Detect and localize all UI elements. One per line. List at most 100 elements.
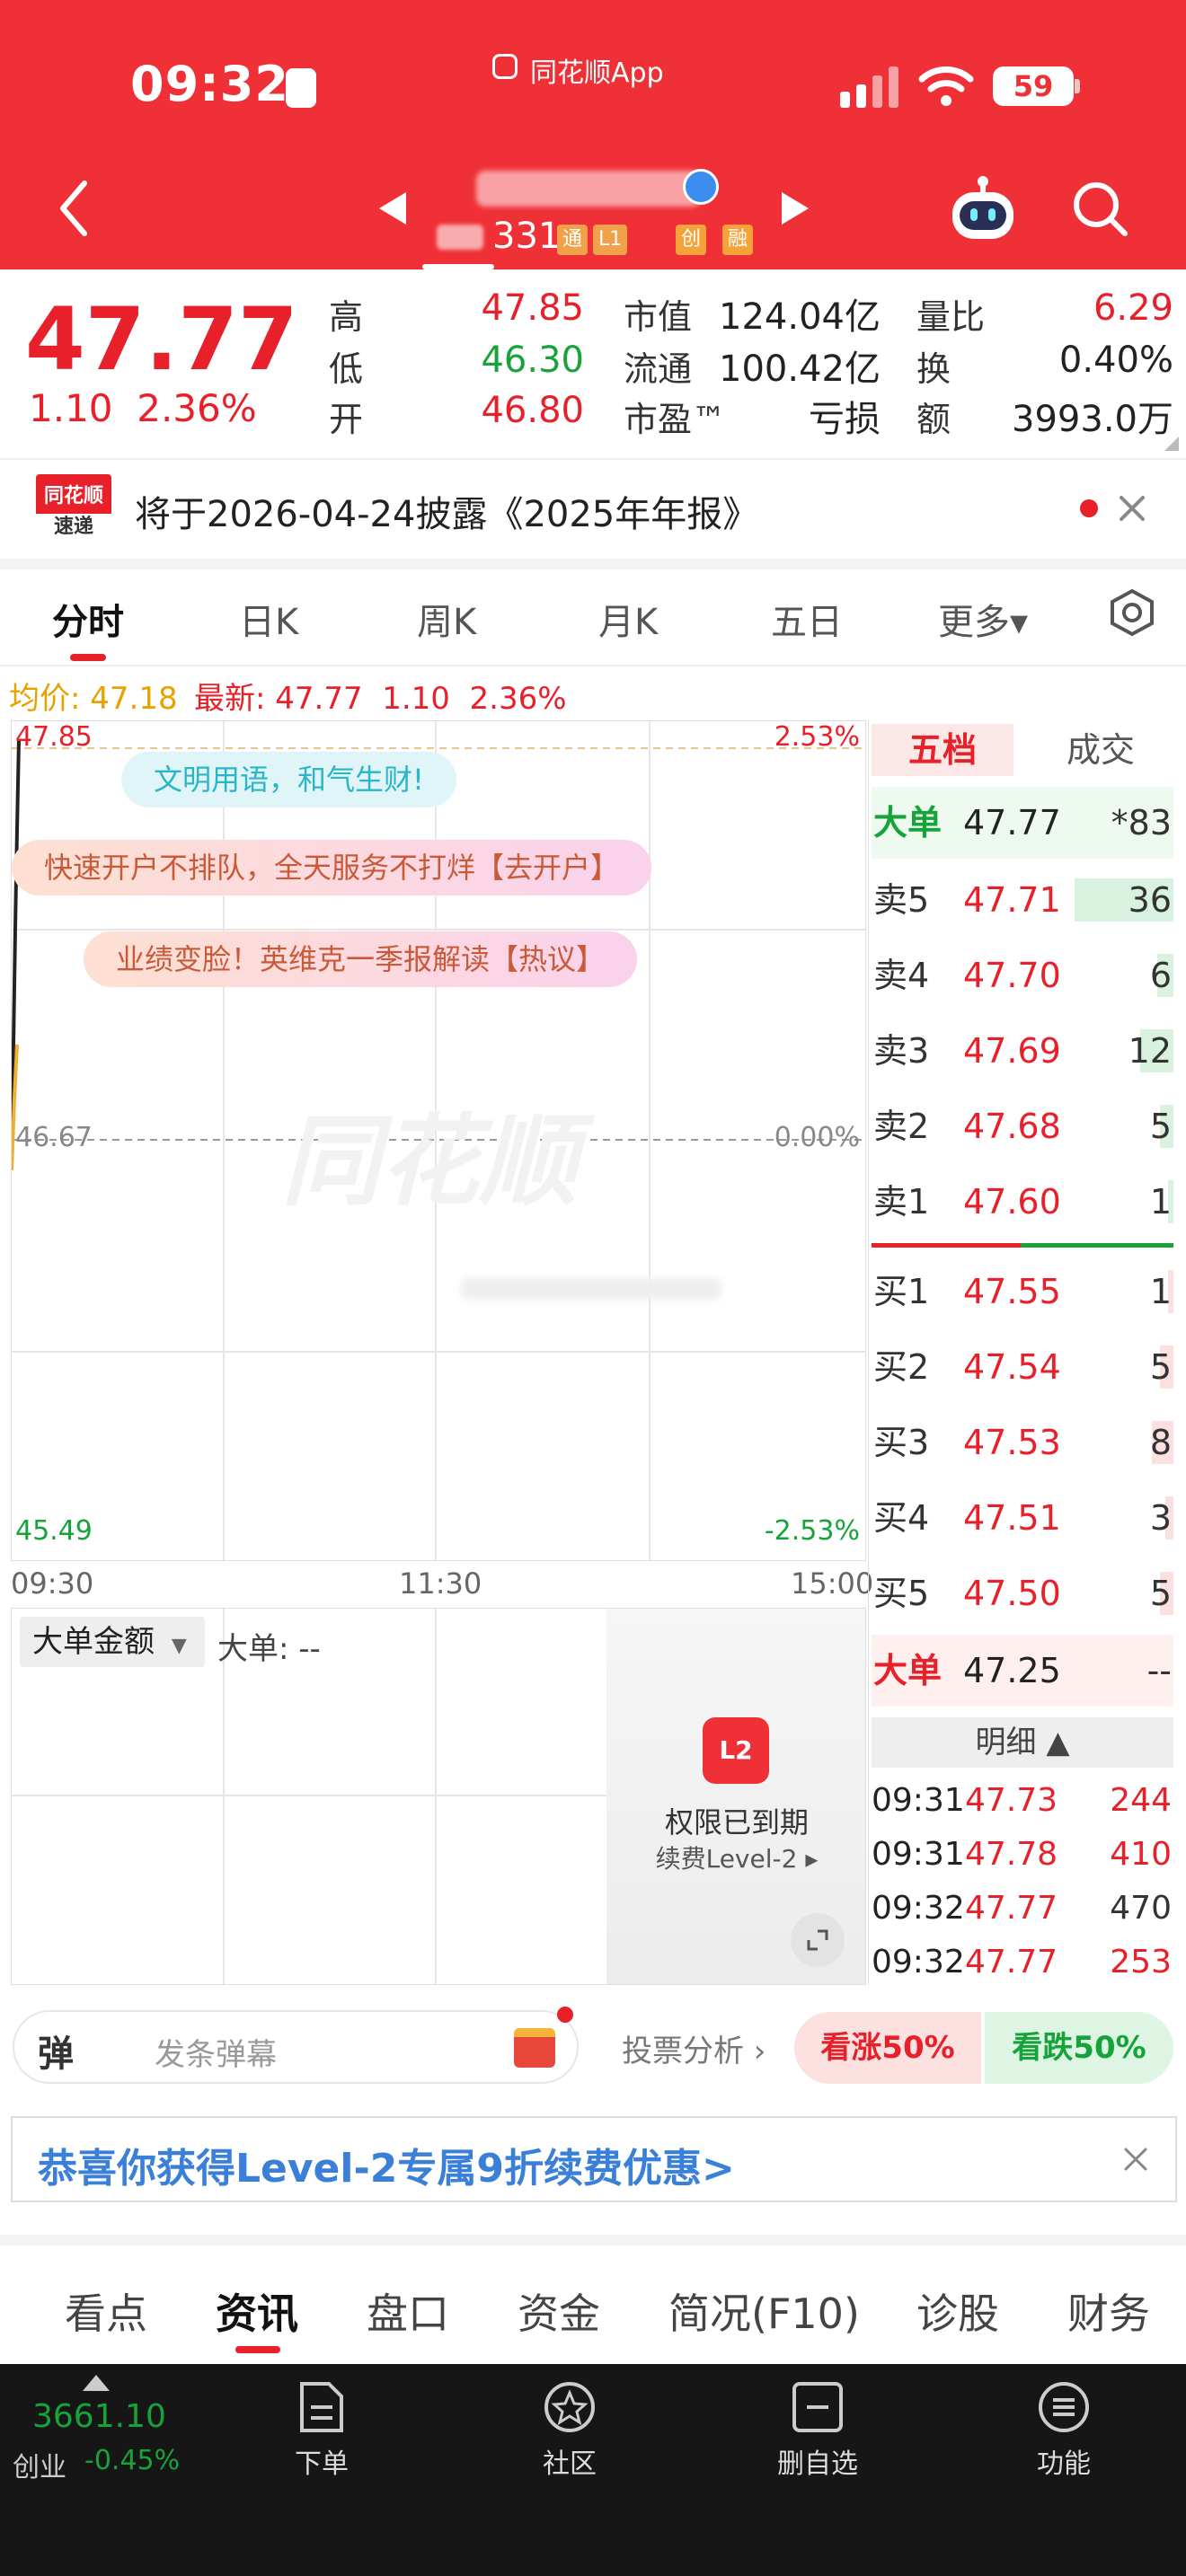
tab-trades[interactable]: 成交 <box>1042 724 1159 776</box>
index-change: -0.45% <box>84 2445 181 2476</box>
notice-text[interactable]: 将于2026-04-24披露《2025年年报》 <box>135 485 758 537</box>
tab-five-day[interactable]: 五日 <box>771 593 843 645</box>
pct-top-label: 2.53% <box>774 721 860 753</box>
spread-divider <box>1021 1243 1173 1248</box>
pe-value: 亏损 <box>809 399 881 440</box>
sell-level-row[interactable]: 卖3 47.69 12 <box>872 1015 1173 1087</box>
sell-level-row[interactable]: 卖1 47.60 1 <box>872 1166 1173 1238</box>
buy-level-label: 买1 <box>873 1272 930 1311</box>
high-value: 47.85 <box>481 287 584 329</box>
section-tab-indicator <box>235 2346 280 2353</box>
tick-volume: 470 <box>1110 1890 1172 1927</box>
menu-icon <box>1039 2382 1089 2432</box>
renew-level2-link[interactable]: 续费Level-2 ▸ <box>620 1839 854 1875</box>
nav-trade-label: 下单 <box>295 2448 349 2480</box>
buy-level-price: 47.53 <box>963 1423 1061 1462</box>
tab-financials[interactable]: 财务 <box>1067 2281 1150 2341</box>
buy-level-label: 买3 <box>873 1423 930 1462</box>
sell-level-label: 卖5 <box>873 880 930 920</box>
tab-more[interactable]: 更多▾ <box>938 593 1028 645</box>
battery-tip <box>1075 79 1080 93</box>
intraday-chart[interactable]: 同花顺 47.85 46.67 45.49 2.53% 0.00% -2.53%… <box>11 720 866 1561</box>
promo-banner[interactable]: 恭喜你获得Level-2专属9折续费优惠> <box>11 2116 1177 2202</box>
index-up-arrow-icon <box>83 2375 110 2391</box>
sell-level-price: 47.71 <box>963 880 1061 920</box>
pe-label: 市盈™ <box>624 400 727 439</box>
tab-f10[interactable]: 简况(F10) <box>668 2281 860 2341</box>
settings-hex-icon[interactable] <box>1107 587 1157 638</box>
sell-level-label: 卖4 <box>873 956 930 995</box>
index-value[interactable]: 3661.10 <box>32 2398 166 2435</box>
buy-level-volume: 3 <box>1149 1498 1172 1538</box>
tab-diagnosis[interactable]: 诊股 <box>916 2281 999 2341</box>
vote-down-button[interactable]: 看跌50% <box>985 2012 1173 2084</box>
indicator-selector-label: 大单金额 <box>32 1624 155 1660</box>
big-order-top-label: 大单 <box>873 803 943 842</box>
latest-price-info: 最新: 47.77 1.10 2.36% <box>194 681 567 717</box>
tab-five-levels[interactable]: 五档 <box>872 724 1013 776</box>
search-icon[interactable] <box>1071 180 1128 237</box>
prev-stock-icon[interactable] <box>376 190 408 226</box>
buy-level-label: 买2 <box>873 1347 930 1387</box>
big-order-top-price: 47.77 <box>963 803 1061 842</box>
fullscreen-icon[interactable] <box>791 1913 845 1967</box>
vote-up-button[interactable]: 看涨50% <box>794 2012 981 2084</box>
close-notice-icon[interactable] <box>1118 494 1146 523</box>
tab-week-k[interactable]: 周K <box>417 593 476 645</box>
wifi-icon <box>918 66 974 106</box>
danmaku-bubble-3[interactable]: 业绩变脸！英维克一季报解读【热议】 <box>84 931 638 987</box>
buy-level-volume: 1 <box>1149 1272 1172 1311</box>
back-icon[interactable] <box>56 180 92 237</box>
sell-level-row[interactable]: 卖4 47.70 6 <box>872 940 1173 1011</box>
sell-level-row[interactable]: 卖2 47.68 5 <box>872 1090 1173 1162</box>
tab-funds[interactable]: 资金 <box>518 2281 600 2341</box>
tab-handicap[interactable]: 盘口 <box>367 2281 449 2341</box>
big-order-bottom-vol: -- <box>1146 1651 1172 1690</box>
notice-badge: 同花顺 速递 <box>36 474 111 541</box>
big-order-label: 大单: -- <box>217 1631 321 1667</box>
divider <box>0 559 1186 569</box>
tab-highlights[interactable]: 看点 <box>65 2281 147 2341</box>
robot-assistant-icon[interactable] <box>947 174 1019 243</box>
big-order-top-vol: *83 <box>1111 803 1172 842</box>
notice-dot <box>1080 499 1098 517</box>
x-label-mid: 11:30 <box>399 1566 482 1601</box>
tab-day-k[interactable]: 日K <box>239 593 298 645</box>
danmaku-placeholder: 发条弹幕 <box>155 2037 277 2073</box>
buy-level-price: 47.51 <box>963 1498 1061 1538</box>
nav-functions[interactable]: 功能 <box>1001 2380 1127 2481</box>
volume-ratio-label: 量比 <box>916 297 986 337</box>
remove-watchlist-icon <box>792 2382 843 2432</box>
detail-toggle[interactable]: 明细 ▲ <box>872 1717 1173 1768</box>
open-value: 46.80 <box>481 390 584 431</box>
y-bottom-label: 45.49 <box>15 1515 93 1547</box>
danmaku-bubble-1[interactable]: 文明用语，和气生财! <box>121 752 456 807</box>
x-label-open: 09:30 <box>11 1566 94 1601</box>
nav-trade[interactable]: 下单 <box>259 2380 385 2481</box>
sell-level-volume: 6 <box>1149 956 1172 995</box>
tab-news[interactable]: 资讯 <box>216 2281 298 2341</box>
next-stock-icon[interactable] <box>780 190 812 226</box>
indicator-selector[interactable]: 大单金额 ▼ <box>20 1617 205 1667</box>
gift-icon[interactable] <box>514 2028 555 2068</box>
buy-level-row[interactable]: 买2 47.54 5 <box>872 1331 1173 1403</box>
buy-level-row[interactable]: 买1 47.55 1 <box>872 1256 1173 1328</box>
y-mid-label: 46.67 <box>15 1122 93 1153</box>
nav-community[interactable]: 社区 <box>507 2380 633 2481</box>
nav-remove-watchlist[interactable]: 删自选 <box>755 2380 881 2481</box>
danmaku-bubble-2[interactable]: 快速开户不排队，全天服务不打烊【去开户】 <box>12 840 652 895</box>
buy-level-row[interactable]: 买4 47.51 3 <box>872 1482 1173 1554</box>
tab-month-k[interactable]: 月K <box>598 593 658 645</box>
vote-analysis-link[interactable]: 投票分析 › <box>622 2026 766 2070</box>
danmaku-input[interactable]: 弹 发条弹幕 <box>13 2007 579 2084</box>
close-promo-icon[interactable] <box>1123 2147 1148 2172</box>
buy-level-row[interactable]: 买3 47.53 8 <box>872 1407 1173 1478</box>
tab-intraday[interactable]: 分时 <box>52 593 124 645</box>
buy-level-row[interactable]: 买5 47.50 5 <box>872 1557 1173 1629</box>
sell-level-price: 47.69 <box>963 1031 1061 1071</box>
sell-level-row[interactable]: 卖5 47.71 36 <box>872 864 1173 936</box>
expand-corner-icon[interactable] <box>1164 437 1179 451</box>
tick-time: 09:31 <box>872 1782 965 1819</box>
big-order-top: 大单 47.77 *83 <box>872 787 1173 859</box>
float-label: 流通 <box>624 349 693 389</box>
